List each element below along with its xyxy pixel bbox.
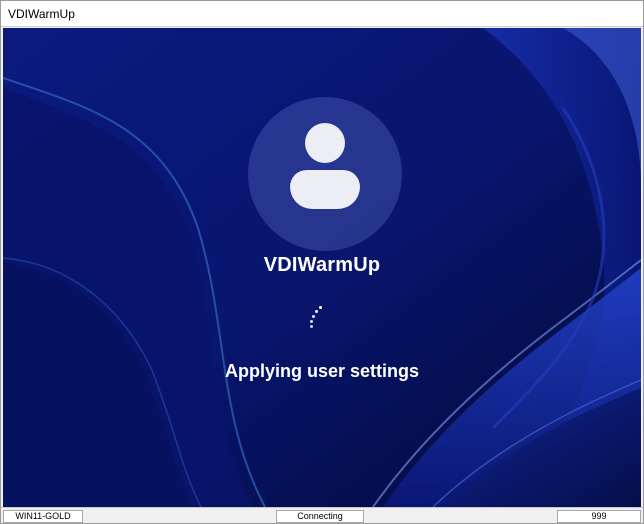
signin-status-message: Applying user settings bbox=[224, 361, 420, 381]
remote-session-viewport[interactable]: VDIWarmUp Applying user settings bbox=[3, 28, 641, 507]
loading-spinner-icon bbox=[303, 304, 327, 334]
remote-desktop-window: VDIWarmUp VDIWarmUp Applying user settin… bbox=[0, 0, 644, 524]
session-value-panel: 999 bbox=[557, 510, 641, 523]
window-title: VDIWarmUp bbox=[8, 7, 75, 21]
username-label: VDIWarmUp bbox=[263, 254, 381, 276]
user-avatar bbox=[248, 97, 402, 251]
connection-state-panel: Connecting bbox=[276, 510, 364, 523]
user-silhouette-icon bbox=[305, 123, 345, 163]
user-silhouette-body bbox=[290, 170, 360, 209]
host-name-panel: WIN11-GOLD bbox=[3, 510, 83, 523]
status-bar: WIN11-GOLD Connecting 999 bbox=[1, 507, 643, 523]
title-bar[interactable]: VDIWarmUp bbox=[1, 1, 643, 27]
